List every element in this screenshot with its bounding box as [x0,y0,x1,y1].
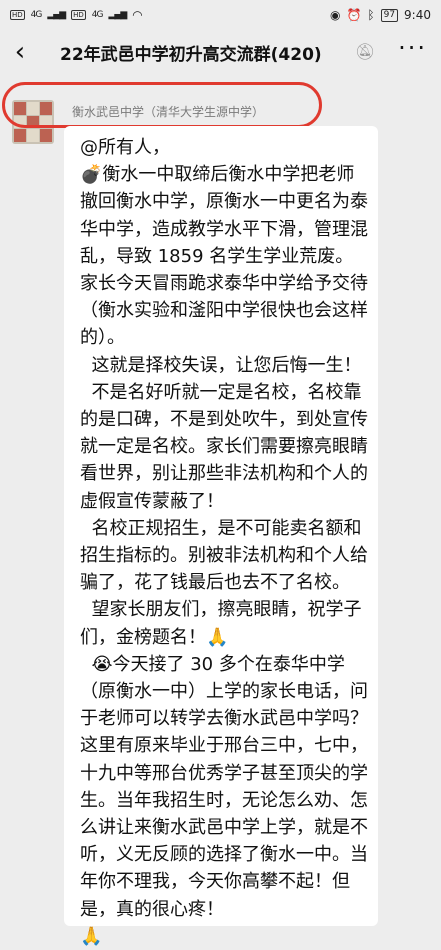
hd-badge-2: HD [71,10,86,20]
message-paragraph: 这就是择校失误，让您后悔一生！ [80,354,362,376]
chat-title: 22年武邑中学初升高交流群(420) [60,44,322,65]
alarm-icon: ⏰ [346,8,362,22]
message-paragraph: 💣衡水一中取缔后衡水中学把老师撤回衡水中学，原衡水一中更名为泰华中学，造成教学水… [80,164,368,349]
message-paragraph: 不是名好听就一定是名校，名校靠的是口碑，不是到处吹牛，到处宣传就一定是名校。家长… [80,381,368,512]
status-left: HD 4G ▂▄▆ HD 4G ▂▄▆ ◠ [10,8,143,22]
message-paragraph: 😭今天接了 30 多个在泰华中学（原衡水一中）上学的家长电话，问于老师可以转学去… [80,653,368,920]
message-paragraph: 望家长朋友们，擦亮眼睛，祝学子们，金榜题名！🙏 [80,599,362,648]
network-type-2: 4G [91,10,104,20]
chevron-left-icon[interactable]: ‹ [0,32,40,72]
clock-time: 9:40 [404,8,431,22]
wifi-icon: ◠ [132,8,143,22]
message-paragraph: @所有人， [80,137,170,158]
status-bar: HD 4G ▂▄▆ HD 4G ▂▄▆ ◠ ◉ ⏰ ᛒ 97 9:40 [0,0,441,30]
red-highlight-circle [2,82,322,128]
bluetooth-icon: ᛒ [367,8,375,22]
message-bubble[interactable]: @所有人， 💣衡水一中取缔后衡水中学把老师撤回衡水中学，原衡水一中更名为泰华中学… [64,126,378,947]
eye-icon: ◉ [329,8,341,22]
bell-off-icon: 🔕︎ [355,42,376,61]
status-right: ◉ ⏰ ᛒ 97 9:40 [330,8,431,22]
message-paragraph: 🙏 [80,925,103,947]
more-dots-icon[interactable]: ··· [398,34,427,62]
signal-icon-2: ▂▄▆ [108,10,127,20]
battery-level: 97 [380,8,399,22]
network-type: 4G [30,10,43,20]
signal-icon: ▂▄▆ [47,10,66,20]
chat-header: ‹ 22年武邑中学初升高交流群(420) 🔕︎ ··· [0,30,441,74]
message-paragraph: 名校正规招生，是不可能卖名额和招生指标的。别被非法机构和个人给骗了，花了钱最后也… [80,517,368,594]
hd-badge: HD [10,10,25,20]
